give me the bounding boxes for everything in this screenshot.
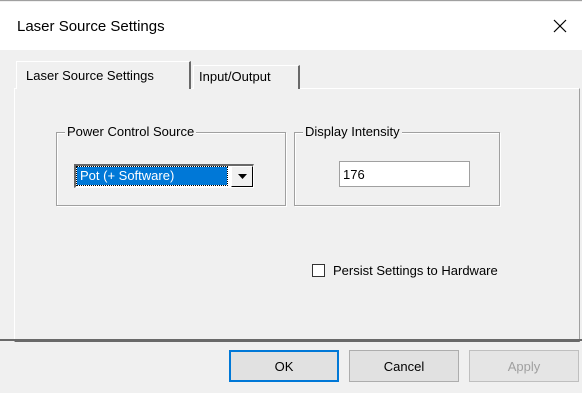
tab-input-output[interactable]: Input/Output bbox=[193, 65, 300, 89]
display-intensity-label: Display Intensity bbox=[303, 124, 402, 139]
tab-label: Input/Output bbox=[199, 69, 271, 84]
close-button[interactable] bbox=[544, 10, 576, 42]
window-title: Laser Source Settings bbox=[17, 18, 165, 35]
tab-laser-source-settings[interactable]: Laser Source Settings bbox=[16, 61, 191, 89]
close-icon bbox=[553, 19, 567, 33]
checkbox-box[interactable] bbox=[312, 263, 325, 277]
title-bar: Laser Source Settings bbox=[0, 2, 582, 50]
chevron-down-icon bbox=[237, 174, 247, 179]
persist-settings-label[interactable]: Persist Settings to Hardware bbox=[333, 263, 498, 278]
apply-button[interactable]: Apply bbox=[469, 350, 579, 382]
power-control-selected-value: Pot (+ Software) bbox=[76, 166, 228, 186]
persist-settings-checkbox[interactable]: Persist Settings to Hardware bbox=[312, 262, 498, 278]
dialog-window: Laser Source Settings Laser Source Setti… bbox=[0, 0, 582, 393]
display-intensity-input[interactable] bbox=[339, 161, 470, 187]
cancel-button[interactable]: Cancel bbox=[349, 350, 459, 382]
dropdown-button[interactable] bbox=[231, 166, 253, 187]
tab-label: Laser Source Settings bbox=[26, 68, 154, 83]
power-control-select[interactable]: Pot (+ Software) bbox=[74, 164, 254, 188]
power-control-label: Power Control Source bbox=[65, 124, 197, 139]
ok-button[interactable]: OK bbox=[229, 350, 339, 382]
divider bbox=[0, 339, 582, 341]
